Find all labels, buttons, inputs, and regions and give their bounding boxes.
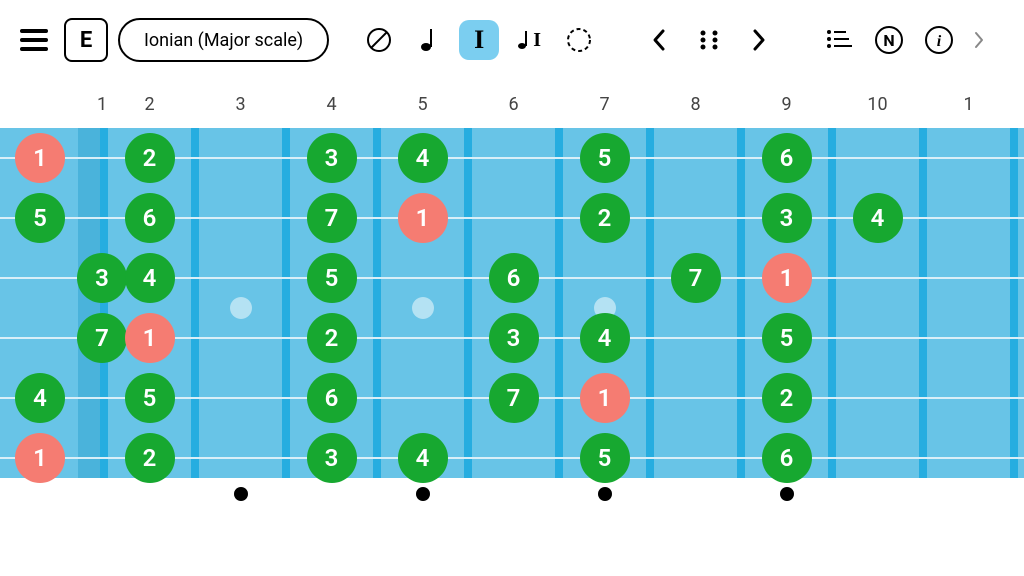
fret-line bbox=[100, 128, 108, 478]
note[interactable]: 6 bbox=[762, 433, 812, 483]
note-root[interactable]: 1 bbox=[125, 313, 175, 363]
svg-text:i: i bbox=[937, 33, 942, 50]
note-root[interactable]: 1 bbox=[15, 433, 65, 483]
fret-number: 1 bbox=[97, 94, 107, 115]
fretboard-surface[interactable]: 1541372641523752634146375241576315264 bbox=[0, 128, 1024, 478]
note-root[interactable]: 1 bbox=[15, 133, 65, 183]
svg-text:N: N bbox=[884, 31, 895, 50]
note-root[interactable]: 1 bbox=[762, 253, 812, 303]
note[interactable]: 4 bbox=[853, 193, 903, 243]
note[interactable]: 3 bbox=[762, 193, 812, 243]
note[interactable]: 3 bbox=[307, 433, 357, 483]
fret-line bbox=[282, 128, 290, 478]
nut bbox=[78, 128, 100, 478]
prev-icon[interactable] bbox=[639, 20, 679, 60]
note[interactable]: 6 bbox=[489, 253, 539, 303]
fret-line bbox=[737, 128, 745, 478]
fret-number: 9 bbox=[781, 94, 791, 115]
note[interactable]: 5 bbox=[580, 133, 630, 183]
note[interactable]: 5 bbox=[580, 433, 630, 483]
note[interactable]: 5 bbox=[307, 253, 357, 303]
note[interactable]: 4 bbox=[398, 133, 448, 183]
positions-icon[interactable] bbox=[689, 20, 729, 60]
note[interactable]: 2 bbox=[580, 193, 630, 243]
note[interactable]: 4 bbox=[125, 253, 175, 303]
selection-icon[interactable] bbox=[559, 20, 599, 60]
note[interactable]: 3 bbox=[489, 313, 539, 363]
note[interactable]: 2 bbox=[762, 373, 812, 423]
note[interactable]: 4 bbox=[398, 433, 448, 483]
fret-marker-dot bbox=[416, 487, 430, 501]
fret-number: 3 bbox=[235, 94, 245, 115]
clear-icon[interactable] bbox=[359, 20, 399, 60]
fret-number: 7 bbox=[599, 94, 609, 115]
fret-line bbox=[919, 128, 927, 478]
fret-line bbox=[373, 128, 381, 478]
note[interactable]: 5 bbox=[762, 313, 812, 363]
fretboard[interactable]: 123456789101 154137264152375263414637524… bbox=[0, 88, 1024, 508]
note[interactable]: 3 bbox=[307, 133, 357, 183]
menu-button[interactable] bbox=[14, 20, 54, 60]
fretboard-inlay bbox=[412, 297, 434, 319]
note[interactable]: 5 bbox=[125, 373, 175, 423]
fret-marker-dot bbox=[598, 487, 612, 501]
note-root[interactable]: 1 bbox=[580, 373, 630, 423]
fret-number: 8 bbox=[690, 94, 700, 115]
note[interactable]: 6 bbox=[307, 373, 357, 423]
note[interactable]: 2 bbox=[125, 433, 175, 483]
note[interactable]: 3 bbox=[77, 253, 127, 303]
note-names-icon[interactable] bbox=[409, 20, 449, 60]
fretboard-inlay bbox=[230, 297, 252, 319]
fret-line bbox=[464, 128, 472, 478]
note[interactable]: 5 bbox=[15, 193, 65, 243]
next-icon[interactable] bbox=[739, 20, 779, 60]
note[interactable]: 7 bbox=[489, 373, 539, 423]
note[interactable]: 2 bbox=[307, 313, 357, 363]
notation-icon[interactable]: N bbox=[869, 20, 909, 60]
note[interactable]: 2 bbox=[125, 133, 175, 183]
note-root[interactable]: 1 bbox=[398, 193, 448, 243]
scale-selector[interactable]: Ionian (Major scale) bbox=[118, 18, 329, 62]
note[interactable]: 7 bbox=[307, 193, 357, 243]
fret-number: 10 bbox=[867, 94, 887, 115]
intervals-icon[interactable]: I bbox=[459, 20, 499, 60]
hamburger-icon bbox=[20, 29, 48, 51]
fret-line bbox=[646, 128, 654, 478]
note[interactable]: 6 bbox=[762, 133, 812, 183]
info-icon[interactable]: i bbox=[919, 20, 959, 60]
fret-number: 4 bbox=[326, 94, 336, 115]
note[interactable]: 6 bbox=[125, 193, 175, 243]
note[interactable]: 7 bbox=[77, 313, 127, 363]
key-selector[interactable]: E bbox=[64, 18, 108, 62]
fret-line bbox=[555, 128, 563, 478]
fret-number: 1 bbox=[963, 94, 973, 115]
fret-number: 6 bbox=[508, 94, 518, 115]
toolbar: E Ionian (Major scale) I I N bbox=[0, 0, 1024, 80]
fret-line bbox=[191, 128, 199, 478]
fret-number: 5 bbox=[417, 94, 427, 115]
note[interactable]: 7 bbox=[671, 253, 721, 303]
fret-marker-dot bbox=[780, 487, 794, 501]
list-icon[interactable] bbox=[819, 20, 859, 60]
note-interval-icon[interactable]: I bbox=[509, 20, 549, 60]
fret-number: 2 bbox=[144, 94, 154, 115]
fret-marker-dot bbox=[234, 487, 248, 501]
fret-line bbox=[828, 128, 836, 478]
note[interactable]: 4 bbox=[580, 313, 630, 363]
fret-line bbox=[1010, 128, 1018, 478]
more-icon[interactable] bbox=[969, 20, 989, 60]
note[interactable]: 4 bbox=[15, 373, 65, 423]
